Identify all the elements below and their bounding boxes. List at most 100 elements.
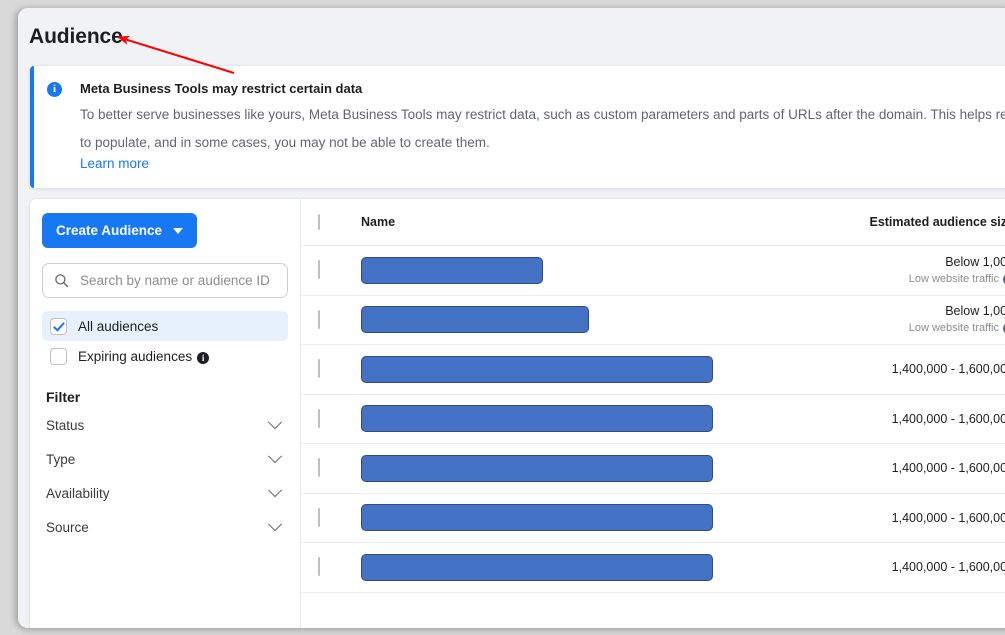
chevron-down-icon <box>267 415 283 430</box>
low-traffic-note: Low website traffici <box>739 321 1005 336</box>
filter-availability[interactable]: Availability <box>42 479 288 507</box>
table-row[interactable]: 1,400,000 - 1,600,000 <box>301 543 1005 593</box>
table-header-row: Name Estimated audience size <box>301 199 1005 246</box>
info-icon: i <box>47 82 62 97</box>
row-select-cell <box>318 309 361 329</box>
chevron-down-icon <box>173 227 184 234</box>
column-header-name[interactable]: Name <box>361 215 739 229</box>
estimated-size-cell: 1,400,000 - 1,600,000 <box>739 510 1005 526</box>
row-select-cell <box>318 458 361 478</box>
create-audience-button[interactable]: Create Audience <box>42 213 198 248</box>
filter-heading: Filter <box>46 389 81 405</box>
estimated-size-value: 1,400,000 - 1,600,000 <box>891 362 1005 377</box>
table-row[interactable]: Below 1,000 Low website traffici <box>301 296 1005 345</box>
data-restriction-notice: i Meta Business Tools may restrict certa… <box>29 65 1005 189</box>
table-row[interactable]: 1,400,000 - 1,600,000 <box>301 395 1005 444</box>
estimated-size-cell: 1,400,000 - 1,600,000 <box>739 411 1005 427</box>
scope-item-label: Expiring audiences <box>78 348 193 364</box>
create-audience-label: Create Audience <box>56 223 163 238</box>
filter-label: Source <box>46 519 89 535</box>
search-icon <box>55 274 69 288</box>
notice-body-line1: To better serve businesses like yours, M… <box>80 107 1005 122</box>
notice-body-line2: to populate, and in some cases, you may … <box>80 135 490 150</box>
audience-name-cell[interactable] <box>361 405 739 433</box>
audience-name-cell[interactable] <box>361 553 739 581</box>
redacted-name-bar <box>361 405 713 433</box>
low-traffic-label: Low website traffic <box>908 272 999 285</box>
scope-item-all-audiences[interactable]: All audiences <box>42 311 288 341</box>
checkbox-icon[interactable] <box>318 408 320 428</box>
table-row[interactable]: 1,400,000 - 1,600,000 <box>301 444 1005 494</box>
audience-name-cell[interactable] <box>361 454 739 482</box>
estimated-size-value: Below 1,000 <box>945 304 1005 319</box>
row-select-cell <box>318 408 361 428</box>
filter-label: Availability <box>46 485 110 501</box>
checkbox-icon[interactable] <box>318 359 320 379</box>
redacted-name-bar <box>361 256 543 284</box>
app-window: Audience i Meta Business Tools may restr… <box>18 8 1005 628</box>
notice-region: i Meta Business Tools may restrict certa… <box>18 65 1005 198</box>
filter-label: Type <box>46 451 76 467</box>
notice-title: Meta Business Tools may restrict certain… <box>80 81 363 96</box>
learn-more-link[interactable]: Learn more <box>80 153 149 174</box>
estimated-size-value: 1,400,000 - 1,600,000 <box>891 411 1005 426</box>
scope-list: All audiences Expiring audiences i <box>42 311 288 371</box>
filter-label: Status <box>46 417 85 433</box>
chevron-down-icon <box>267 517 283 532</box>
estimated-size-cell: 1,400,000 - 1,600,000 <box>739 460 1005 476</box>
chevron-down-icon <box>267 449 283 464</box>
checkbox-icon[interactable] <box>318 557 320 577</box>
checkbox-icon[interactable] <box>318 214 320 230</box>
redacted-name-bar <box>361 355 713 383</box>
search-input[interactable] <box>78 272 276 289</box>
low-traffic-note: Low website traffici <box>739 272 1005 287</box>
filter-type[interactable]: Type <box>42 445 288 473</box>
audience-panel: Create Audience All audiences <box>29 198 1005 628</box>
table-row[interactable]: Below 1,000 Low website traffici <box>301 246 1005 296</box>
audience-table: Name Estimated audience size Below 1,000… <box>301 199 1005 628</box>
checkbox-icon[interactable] <box>318 260 320 280</box>
row-select-cell <box>318 557 361 577</box>
table-row[interactable]: 1,400,000 - 1,600,000 <box>301 494 1005 543</box>
estimated-size-cell: 1,400,000 - 1,600,000 <box>739 559 1005 575</box>
audience-sidebar: Create Audience All audiences <box>30 199 301 628</box>
column-header-size[interactable]: Estimated audience size <box>739 215 1005 229</box>
estimated-size-cell: Below 1,000 Low website traffici <box>739 303 1005 336</box>
filter-status[interactable]: Status <box>42 411 288 439</box>
low-traffic-label: Low website traffic <box>908 322 999 335</box>
estimated-size-cell: 1,400,000 - 1,600,000 <box>739 361 1005 377</box>
estimated-size-value: 1,400,000 - 1,600,000 <box>891 461 1005 476</box>
checkbox-icon[interactable] <box>50 347 67 365</box>
checkbox-icon[interactable] <box>318 309 320 329</box>
row-select-cell <box>318 507 361 527</box>
page-header: Audience <box>18 8 1005 65</box>
notice-accent-bar <box>30 66 34 188</box>
audience-name-cell[interactable] <box>361 256 739 284</box>
estimated-size-value: 1,400,000 - 1,600,000 <box>891 510 1005 525</box>
checkbox-icon[interactable] <box>50 317 67 335</box>
checkbox-icon[interactable] <box>318 458 320 478</box>
redacted-name-bar <box>361 553 713 581</box>
scope-item-expiring-audiences[interactable]: Expiring audiences i <box>42 341 288 371</box>
audience-name-cell[interactable] <box>361 306 739 334</box>
select-all-cell <box>318 214 361 230</box>
redacted-name-bar <box>361 504 713 532</box>
redacted-name-bar <box>361 306 589 334</box>
audience-name-cell[interactable] <box>361 504 739 532</box>
table-body: Below 1,000Low website trafficiBelow 1,0… <box>301 246 1005 593</box>
table-row[interactable]: 1,400,000 - 1,600,000 <box>301 345 1005 395</box>
info-icon[interactable]: i <box>197 351 210 364</box>
main-region: Create Audience All audiences <box>18 198 1005 628</box>
filter-source[interactable]: Source <box>42 513 288 541</box>
search-box[interactable] <box>42 263 288 298</box>
row-select-cell <box>318 359 361 379</box>
scope-item-label: All audiences <box>78 318 159 334</box>
estimated-size-value: Below 1,000 <box>945 254 1005 269</box>
chevron-down-icon <box>267 483 283 498</box>
page-title: Audience <box>29 24 123 48</box>
estimated-size-value: 1,400,000 - 1,600,000 <box>891 560 1005 575</box>
audience-name-cell[interactable] <box>361 355 739 383</box>
checkbox-icon[interactable] <box>318 507 320 527</box>
estimated-size-cell: Below 1,000 Low website traffici <box>739 254 1005 287</box>
row-select-cell <box>318 260 361 280</box>
